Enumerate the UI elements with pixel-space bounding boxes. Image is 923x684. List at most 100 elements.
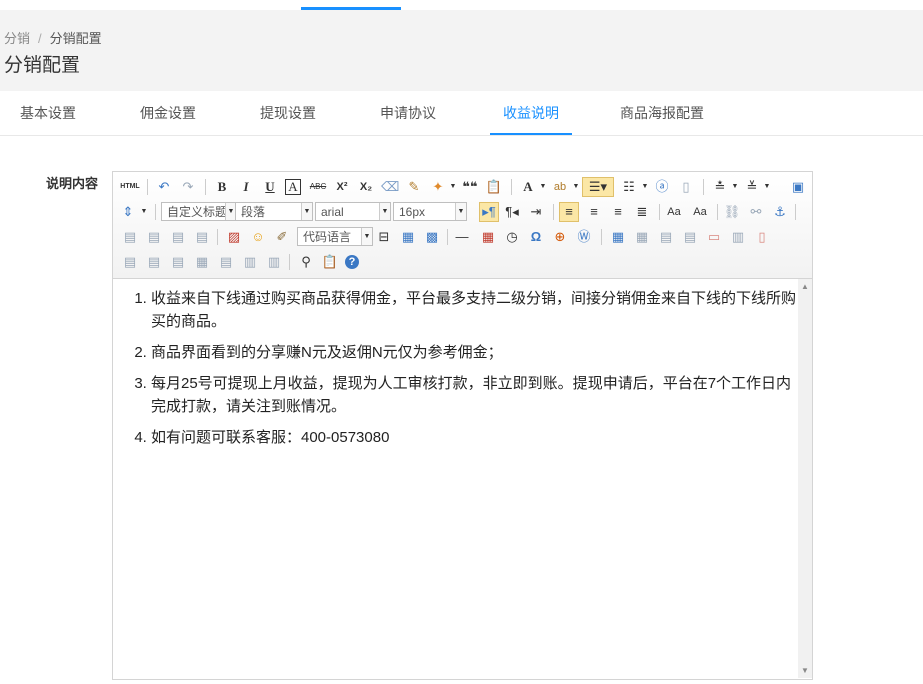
image-none-icon[interactable]: ▤ (121, 228, 139, 246)
search-replace-icon[interactable]: ⚲ (297, 253, 315, 271)
breadcrumb-separator: / (38, 31, 42, 46)
toolbar-row-4: ▤ ▤ ▤ ▦ ▤ ▥ ▥ ⚲ 📋 ? (117, 250, 809, 274)
insert-row-icon[interactable]: ▤ (681, 228, 699, 246)
breadcrumb-current: 分销配置 (49, 31, 102, 46)
wordimage-icon[interactable]: ⊕ (551, 228, 569, 246)
delete-col-icon[interactable]: ▯ (753, 228, 771, 246)
align-left-icon[interactable]: ≡ (559, 202, 579, 222)
image-left-icon[interactable]: ▤ (145, 228, 163, 246)
link-icon[interactable]: ⛓ (723, 203, 741, 221)
line-height-dropdown-icon[interactable]: ▼ (135, 203, 153, 221)
ordered-list-icon[interactable]: ☰▾ (582, 177, 614, 197)
list-item: 如有问题可联系客服：400-0573080 (151, 426, 797, 449)
delete-row-icon[interactable]: ▭ (705, 228, 723, 246)
tab-application-agreement[interactable]: 申请协议 (380, 91, 436, 133)
toolbar-divider (447, 229, 448, 245)
scroll-up-icon[interactable]: ▲ (801, 282, 809, 291)
row-spacing-top-dropdown-icon[interactable]: ▼ (726, 178, 744, 196)
bold-button[interactable]: B (213, 178, 231, 196)
split-to-cols-icon[interactable]: ▥ (241, 253, 259, 271)
editor-scrollbar[interactable]: ▲ ▼ (798, 279, 812, 678)
blockquote-button[interactable]: ❝❝ (461, 178, 479, 196)
ltr-direction-icon[interactable]: ▸¶ (479, 202, 499, 222)
merge-down-icon[interactable]: ▤ (169, 253, 187, 271)
auto-format-dropdown-icon[interactable]: ▼ (444, 178, 462, 196)
rich-text-editor[interactable]: HTML ↶ ↷ B I U A ABC X² X₂ ⌫ ✎ ✦ ▼ ❝❝ 📋 … (112, 171, 813, 680)
toolbar-divider (205, 179, 206, 195)
select-all-icon[interactable]: ⓐ (653, 178, 671, 196)
eraser-icon[interactable]: ⌫ (381, 178, 399, 196)
scroll-down-icon[interactable]: ▼ (801, 666, 809, 675)
undo-icon[interactable]: ↶ (155, 178, 173, 196)
paragraph-select[interactable]: 段落 ▼ (235, 202, 313, 221)
font-size-select[interactable]: 16px ▼ (393, 202, 467, 221)
tab-product-poster[interactable]: 商品海报配置 (620, 91, 704, 133)
special-char-button[interactable]: Ω (527, 228, 545, 246)
tab-commission-settings[interactable]: 佣金设置 (140, 91, 196, 133)
unordered-list-dropdown-icon[interactable]: ▼ (636, 178, 654, 196)
tab-withdraw-settings[interactable]: 提现设置 (260, 91, 316, 133)
font-color-dropdown-icon[interactable]: ▼ (534, 178, 552, 196)
custom-title-select[interactable]: 自定义标题 ▼ (161, 202, 237, 221)
page-title: 分销配置 (4, 55, 81, 76)
to-uppercase-icon[interactable]: Aa (665, 203, 683, 221)
insert-date-icon[interactable]: ▦ (479, 228, 497, 246)
align-center-icon[interactable]: ≡ (585, 203, 603, 221)
strikethrough-button[interactable]: ABC (309, 178, 327, 196)
merge-cells-icon[interactable]: ▤ (121, 253, 139, 271)
word-paste-icon[interactable]: Ⓦ (575, 228, 593, 246)
list-item: 收益来自下线通过购买商品获得佣金，平台最多支持二级分销，间接分销佣金来自下线的下… (151, 287, 797, 333)
horizontal-rule-icon[interactable]: — (453, 228, 471, 246)
delete-table-icon[interactable]: ▦ (633, 228, 651, 246)
toolbar-row-1: HTML ↶ ↷ B I U A ABC X² X₂ ⌫ ✎ ✦ ▼ ❝❝ 📋 … (117, 175, 809, 199)
insert-table-icon[interactable]: ▦ (609, 228, 627, 246)
to-lowercase-icon[interactable]: Aa (691, 203, 709, 221)
code-language-select[interactable]: 代码语言 ▼ (297, 227, 373, 246)
insert-paragraph-before-table-icon[interactable]: ▤ (657, 228, 675, 246)
template-icon[interactable]: ▦ (399, 228, 417, 246)
rtl-direction-icon[interactable]: ¶◂ (503, 203, 521, 221)
toolbar-divider (147, 179, 148, 195)
superscript-button[interactable]: X² (333, 178, 351, 196)
preview-icon[interactable]: ▣ (789, 178, 807, 196)
paste-plain-icon[interactable]: 📋 (485, 178, 503, 196)
font-family-select[interactable]: arial ▼ (315, 202, 391, 221)
chart-icon[interactable]: ▥ (265, 253, 283, 271)
content-field-label: 说明内容 (46, 176, 99, 191)
background-icon[interactable]: ▩ (423, 228, 441, 246)
format-brush-icon[interactable]: ✎ (405, 178, 423, 196)
tab-basic-settings[interactable]: 基本设置 (20, 91, 76, 133)
underline-button[interactable]: U (261, 178, 279, 196)
align-right-icon[interactable]: ≡ (609, 203, 627, 221)
clear-document-icon[interactable]: ▯ (677, 178, 695, 196)
image-center-icon[interactable]: ▤ (193, 228, 211, 246)
html-source-button[interactable]: HTML (119, 178, 141, 196)
font-border-button[interactable]: A (285, 179, 301, 195)
subscript-button[interactable]: X₂ (357, 178, 375, 196)
paste-icon[interactable]: 📋 (321, 253, 339, 271)
redo-icon[interactable]: ↷ (179, 178, 197, 196)
editor-content[interactable]: 收益来自下线通过购买商品获得佣金，平台最多支持二级分销，间接分销佣金来自下线的下… (113, 279, 797, 678)
unlink-icon[interactable]: ⚯ (747, 203, 765, 221)
emotion-icon[interactable]: ☺ (249, 228, 267, 246)
split-to-rows-icon[interactable]: ▤ (217, 253, 235, 271)
anchor-icon[interactable]: ⚓ (771, 203, 789, 221)
split-to-cells-icon[interactable]: ▦ (193, 253, 211, 271)
toolbar-divider (717, 204, 718, 220)
insert-code-icon[interactable]: ⊟ (375, 228, 393, 246)
insert-time-icon[interactable]: ◷ (503, 228, 521, 246)
align-justify-icon[interactable]: ≣ (633, 203, 651, 221)
help-icon[interactable]: ? (345, 255, 359, 269)
tab-earnings-description[interactable]: 收益说明 (490, 91, 572, 135)
insert-image-icon[interactable]: ▨ (225, 228, 243, 246)
row-spacing-bottom-dropdown-icon[interactable]: ▼ (758, 178, 776, 196)
image-right-icon[interactable]: ▤ (169, 228, 187, 246)
breadcrumb-root[interactable]: 分销 (4, 31, 30, 46)
toolbar-divider (217, 229, 218, 245)
indent-icon[interactable]: ⇥ (527, 203, 545, 221)
toolbar-divider (553, 204, 554, 220)
scrawl-icon[interactable]: ✐ (273, 228, 291, 246)
insert-col-icon[interactable]: ▥ (729, 228, 747, 246)
italic-button[interactable]: I (237, 178, 255, 196)
merge-right-icon[interactable]: ▤ (145, 253, 163, 271)
